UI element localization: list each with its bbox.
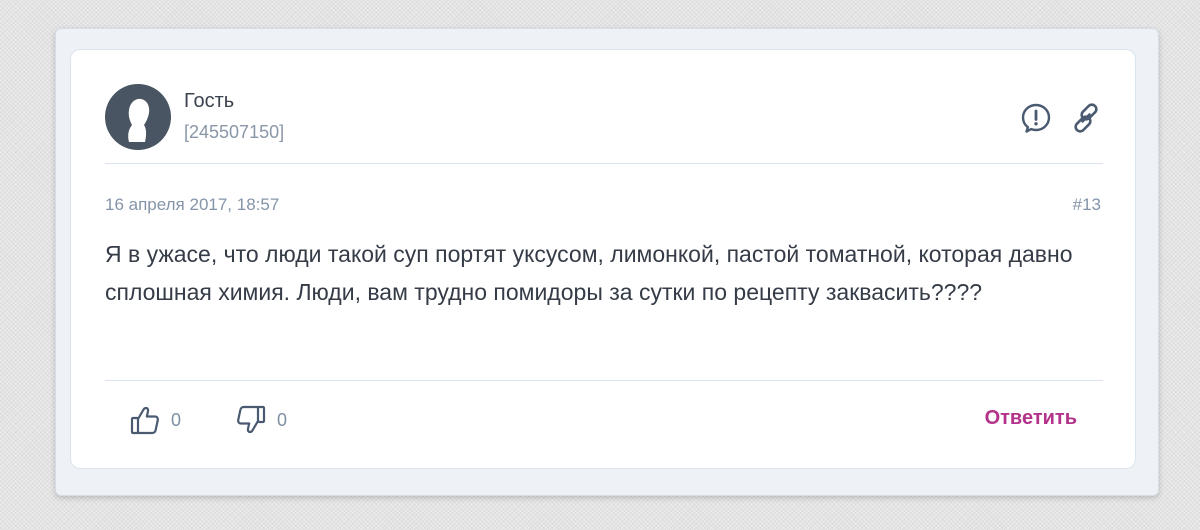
author-name[interactable]: Гость — [184, 90, 234, 113]
like-button[interactable]: 0 — [129, 400, 181, 440]
comment-date: 16 апреля 2017, 18:57 — [105, 195, 280, 214]
dislike-button[interactable]: 0 — [235, 400, 287, 440]
comment-actions — [1019, 100, 1103, 136]
report-button[interactable] — [1019, 101, 1053, 135]
avatar[interactable] — [105, 84, 171, 150]
chain-link-icon — [1074, 103, 1098, 133]
footer-divider — [105, 380, 1103, 381]
copy-link-button[interactable] — [1069, 101, 1103, 135]
exclamation-circle-icon — [1021, 103, 1051, 133]
thumbs-down-icon — [237, 405, 266, 434]
like-count: 0 — [171, 409, 182, 430]
header-divider — [105, 163, 1103, 164]
dislike-count: 0 — [277, 409, 288, 430]
comment-text: Я в ужасе, что люди такой суп портят укс… — [105, 241, 1073, 305]
reply-button[interactable]: Ответить — [985, 407, 1077, 430]
thumbs-up-icon — [130, 406, 159, 435]
comment-container: Гость [245507150] 16 апреля 2017, 18:57 … — [55, 28, 1159, 496]
user-silhouette-icon — [128, 98, 150, 142]
comment-header: Гость [245507150] — [105, 84, 1103, 164]
author-id: [245507150] — [184, 122, 285, 142]
comment-footer: 0 0 Ответить — [129, 400, 1077, 440]
comment-card: Гость [245507150] 16 апреля 2017, 18:57 … — [70, 49, 1136, 469]
comment-number[interactable]: #13 — [1073, 195, 1101, 215]
